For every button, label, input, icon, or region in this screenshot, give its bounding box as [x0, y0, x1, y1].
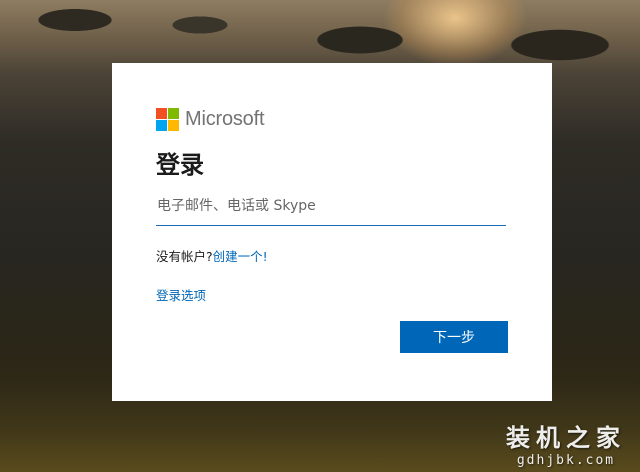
signin-options-row: 登录选项 — [156, 285, 508, 304]
email-field[interactable] — [156, 189, 507, 223]
microsoft-logo-icon — [156, 107, 179, 131]
no-account-row: 没有帐户?创建一个! — [156, 246, 508, 265]
logo-square-red — [156, 107, 167, 119]
watermark-name: 装机之家 — [506, 424, 626, 452]
login-card: Microsoft 登录 没有帐户?创建一个! 登录选项 下一步 — [112, 63, 552, 401]
watermark-url: gdhjbk.com — [516, 453, 616, 468]
signin-options-link[interactable]: 登录选项 — [156, 288, 206, 303]
create-account-link[interactable]: 创建一个! — [213, 249, 268, 264]
logo-square-blue — [156, 119, 167, 131]
page-title: 登录 — [156, 151, 204, 179]
no-account-text: 没有帐户? — [156, 249, 213, 264]
logo-text: Microsoft — [185, 107, 265, 130]
email-field-wrapper — [156, 189, 507, 226]
logo-square-green — [168, 107, 179, 119]
watermark: 装机之家 gdhjbk.com — [506, 418, 626, 468]
logo-square-yellow — [168, 119, 179, 131]
next-button[interactable]: 下一步 — [400, 321, 508, 353]
microsoft-logo: Microsoft — [156, 107, 508, 131]
